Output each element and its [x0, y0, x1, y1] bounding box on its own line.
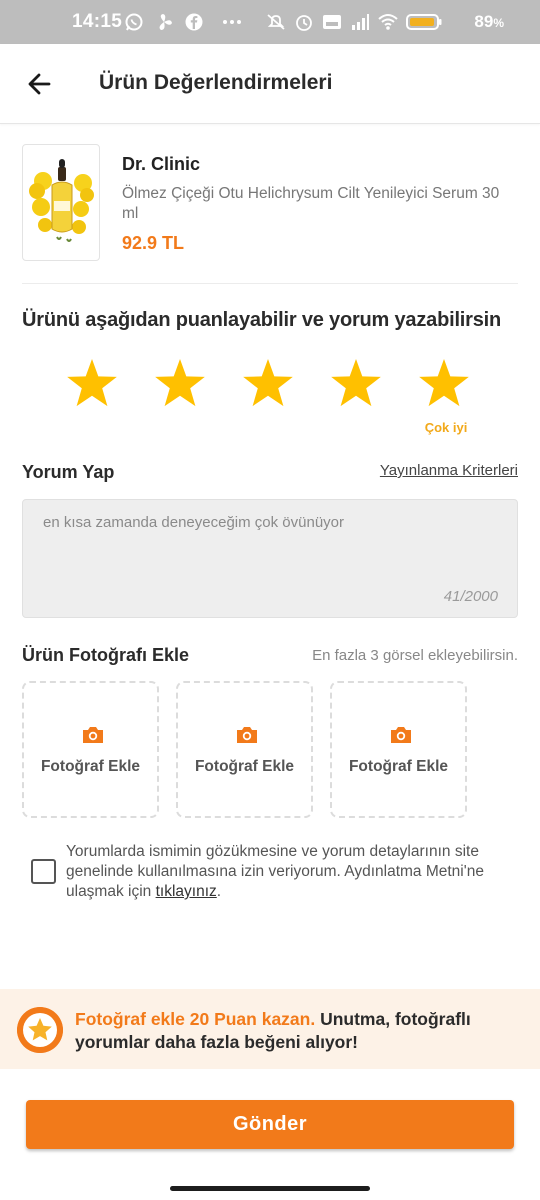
status-right-icons — [266, 12, 442, 32]
photo-limit-hint: En fazla 3 görsel ekleyebilirsin. — [312, 647, 518, 664]
signal-icon — [352, 14, 369, 30]
status-left-icons — [124, 12, 242, 32]
consent-text: Yorumlarda ismimin gözükmesine ve yorum … — [66, 842, 521, 902]
fan-icon — [159, 14, 172, 30]
star-icon[interactable] — [242, 358, 294, 410]
add-photo-button[interactable]: Fotoğraf Ekle — [22, 681, 159, 818]
add-photo-button[interactable]: Fotoğraf Ekle — [176, 681, 313, 818]
star-badge-icon — [17, 1007, 63, 1053]
photo-slots: Fotoğraf Ekle Fotoğraf Ekle Fotoğraf Ekl… — [22, 681, 467, 818]
star-icon[interactable] — [330, 358, 382, 410]
wifi-icon — [378, 14, 398, 30]
star-icon[interactable] — [66, 358, 118, 410]
photo-section-label: Ürün Fotoğrafı Ekle — [22, 645, 190, 665]
character-count: 41/2000 — [443, 588, 498, 605]
product-name: Ölmez Çiçeği Otu Helichrysum Cilt Yenile… — [122, 185, 500, 222]
consent-checkbox[interactable] — [31, 859, 56, 884]
more-dots-icon — [223, 20, 241, 24]
submit-button[interactable]: Gönder — [26, 1100, 514, 1149]
add-photo-label: Fotoğraf Ekle — [40, 758, 141, 775]
app-header: Ürün Değerlendirmeleri — [0, 44, 540, 124]
promo-highlight: Fotoğraf ekle 20 Puan kazan. — [75, 1009, 316, 1029]
alarm-icon — [296, 15, 312, 31]
add-photo-button[interactable]: Fotoğraf Ekle — [330, 681, 467, 818]
comment-textarea[interactable]: en kısa zamanda deneyeceğim çok övünüyor… — [22, 499, 518, 618]
battery-icon — [406, 14, 442, 30]
battery-percent: 89% — [474, 12, 504, 31]
rating-heading: Ürünü aşağıdan puanlayabilir ve yorum ya… — [22, 309, 502, 331]
rating-caption: Çok iyi — [424, 420, 468, 435]
page-title: Ürün Değerlendirmeleri — [99, 71, 333, 94]
publishing-criteria-link[interactable]: Yayınlanma Kriterleri — [380, 462, 518, 479]
status-bar: 14:15 89% — [0, 0, 540, 44]
product-summary: Dr. Clinic Ölmez Çiçeği Otu Helichrysum … — [22, 144, 518, 284]
star-icon[interactable] — [154, 358, 206, 410]
status-time: 14:15 — [72, 11, 123, 32]
camera-icon — [391, 727, 411, 743]
product-price: 92.9 TL — [122, 233, 185, 253]
product-image[interactable] — [22, 144, 100, 261]
promo-text: Fotoğraf ekle 20 Puan kazan. Unutma, fot… — [75, 1008, 525, 1054]
disclosure-link[interactable]: tıklayınız — [156, 883, 217, 900]
serum-bottle-image — [29, 159, 94, 242]
comment-text: en kısa zamanda deneyeceğim çok övünüyor — [43, 514, 345, 531]
product-brand: Dr. Clinic — [122, 154, 201, 174]
camera-icon — [83, 727, 103, 743]
mute-icon — [267, 14, 285, 30]
arrow-left-icon[interactable] — [22, 66, 58, 102]
home-indicator[interactable] — [170, 1186, 370, 1191]
consent-suffix: . — [216, 883, 222, 900]
promo-banner: Fotoğraf ekle 20 Puan kazan. Unutma, fot… — [0, 989, 540, 1069]
star-rating — [66, 358, 470, 410]
volte-icon — [323, 15, 341, 29]
comment-label: Yorum Yap — [22, 462, 115, 482]
add-photo-label: Fotoğraf Ekle — [348, 758, 449, 775]
add-photo-label: Fotoğraf Ekle — [194, 758, 295, 775]
camera-icon — [237, 727, 257, 743]
consent-body: Yorumlarda ismimin gözükmesine ve yorum … — [66, 843, 484, 900]
facebook-icon — [185, 13, 203, 31]
star-icon[interactable] — [418, 358, 470, 410]
whatsapp-icon — [125, 13, 143, 31]
